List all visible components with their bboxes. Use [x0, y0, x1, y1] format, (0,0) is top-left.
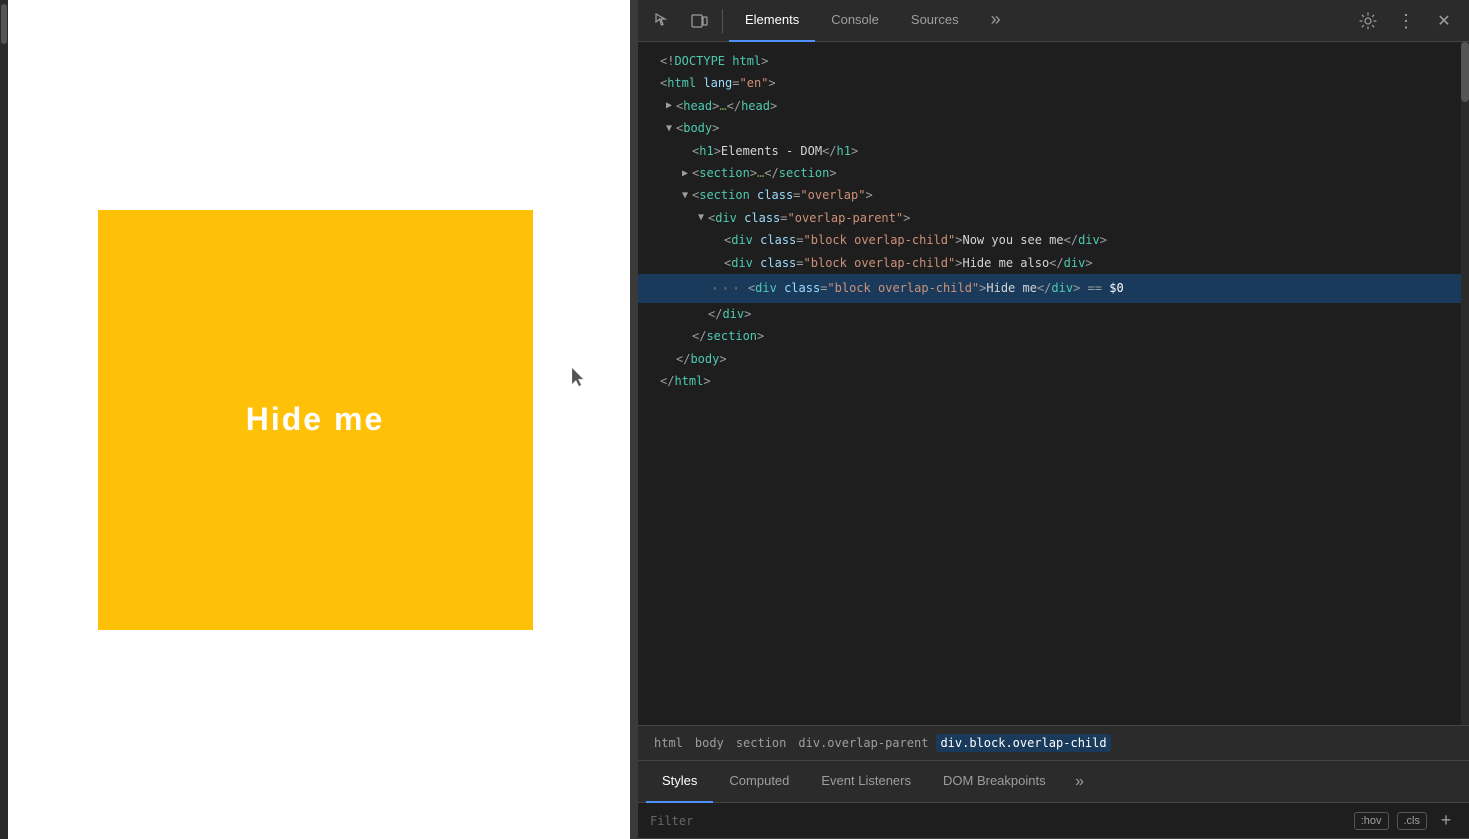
dom-node-content: <body> — [676, 118, 719, 138]
dom-dots-icon[interactable]: ··· — [710, 275, 742, 302]
dom-node-content: </body> — [676, 349, 727, 369]
preview-panel: Hide me — [0, 0, 630, 839]
bottom-tabs-bar: Styles Computed Event Listeners DOM Brea… — [638, 761, 1469, 803]
dom-line[interactable]: <!DOCTYPE html> — [638, 50, 1461, 72]
dom-node-content: </div> — [708, 304, 751, 324]
dom-node-content: <!DOCTYPE html> — [660, 51, 768, 71]
expand-arrow-icon[interactable]: ▶ — [678, 165, 692, 182]
settings-button[interactable] — [1351, 4, 1385, 38]
dom-node-content: <div class="block overlap-child">Now you… — [724, 230, 1107, 250]
tab-dom-breakpoints[interactable]: DOM Breakpoints — [927, 761, 1062, 803]
tab-styles[interactable]: Styles — [646, 761, 713, 803]
scrollbar-thumb — [1, 4, 7, 44]
dom-line[interactable]: <div class="block overlap-child">Now you… — [638, 229, 1461, 251]
dom-line[interactable]: </html> — [638, 370, 1461, 392]
expand-arrow-icon[interactable]: ▼ — [678, 187, 692, 204]
dom-line[interactable]: <h1>Elements - DOM</h1> — [638, 140, 1461, 162]
dom-line[interactable]: ▶<section>…</section> — [638, 162, 1461, 184]
devtools-panel: Elements Console Sources » ⋮ — [638, 0, 1469, 839]
device-toolbar-button[interactable] — [682, 4, 716, 38]
filter-bar: :hov .cls + — [638, 803, 1469, 839]
expand-arrow-icon[interactable]: ▼ — [694, 209, 708, 226]
dom-line[interactable]: ··· <div class="block overlap-child">Hide… — [638, 274, 1461, 303]
more-options-button[interactable]: ⋮ — [1389, 4, 1423, 38]
tab-computed[interactable]: Computed — [713, 761, 805, 803]
expand-arrow-icon[interactable]: ▶ — [662, 97, 676, 114]
devtools-tabs: Elements Console Sources » — [729, 0, 1349, 42]
inspect-element-button[interactable] — [646, 4, 680, 38]
dom-node-content: <h1>Elements - DOM</h1> — [692, 141, 858, 161]
dom-node-content: <div class="block overlap-child">Hide me… — [724, 253, 1093, 273]
dom-node-content: </html> — [660, 371, 711, 391]
dom-node-content: <section>…</section> — [692, 163, 837, 183]
tab-console[interactable]: Console — [815, 0, 895, 42]
dom-scroll-area: <!DOCTYPE html><html lang="en">▶<head>…<… — [638, 42, 1469, 725]
toolbar-separator — [722, 9, 723, 33]
dom-node-content: <html lang="en"> — [660, 73, 776, 93]
dom-node-content: <section class="overlap"> — [692, 185, 873, 205]
breadcrumb-section[interactable]: section — [732, 734, 791, 752]
breadcrumb-html[interactable]: html — [650, 734, 687, 752]
filter-right: :hov .cls + — [1354, 810, 1457, 832]
tab-event-listeners[interactable]: Event Listeners — [805, 761, 927, 803]
breadcrumb-overlap-parent[interactable]: div.overlap-parent — [794, 734, 932, 752]
yellow-box: Hide me — [98, 210, 533, 630]
toolbar-right: ⋮ ✕ — [1351, 4, 1461, 38]
dom-line[interactable]: </section> — [638, 325, 1461, 347]
more-bottom-tabs-button[interactable]: » — [1066, 768, 1094, 796]
breadcrumb-overlap-child[interactable]: div.block.overlap-child — [936, 734, 1110, 752]
tab-more[interactable]: » — [975, 0, 1017, 42]
close-devtools-button[interactable]: ✕ — [1427, 4, 1461, 38]
dom-node-content: <div class="block overlap-child">Hide me… — [748, 278, 1124, 298]
filter-input[interactable] — [650, 814, 1354, 828]
hov-filter-button[interactable]: :hov — [1354, 812, 1389, 830]
dom-scrollbar-thumb — [1461, 42, 1469, 102]
tab-sources[interactable]: Sources — [895, 0, 975, 42]
cls-filter-button[interactable]: .cls — [1397, 812, 1428, 830]
dom-line[interactable]: <html lang="en"> — [638, 72, 1461, 94]
preview-scrollbar — [0, 0, 8, 839]
dom-node-content: <head>…</head> — [676, 96, 777, 116]
yellow-box-text: Hide me — [246, 401, 384, 438]
dom-line[interactable]: </div> — [638, 303, 1461, 325]
breadcrumb-bar: html body section div.overlap-parent div… — [638, 725, 1469, 761]
expand-arrow-icon[interactable]: ▼ — [662, 120, 676, 137]
breadcrumb-body[interactable]: body — [691, 734, 728, 752]
dom-line[interactable]: ▶<head>…</head> — [638, 95, 1461, 117]
tab-elements[interactable]: Elements — [729, 0, 815, 42]
dom-line[interactable]: <div class="block overlap-child">Hide me… — [638, 252, 1461, 274]
dom-node-content: <div class="overlap-parent"> — [708, 208, 910, 228]
dom-line[interactable]: ▼<body> — [638, 117, 1461, 139]
cursor-indicator — [572, 368, 588, 388]
dom-tree[interactable]: <!DOCTYPE html><html lang="en">▶<head>…<… — [638, 42, 1461, 725]
dom-node-content: </section> — [692, 326, 764, 346]
dom-line[interactable]: ▼<div class="overlap-parent"> — [638, 207, 1461, 229]
add-style-rule-button[interactable]: + — [1435, 810, 1457, 832]
dom-line[interactable]: ▼<section class="overlap"> — [638, 184, 1461, 206]
panel-divider[interactable] — [630, 0, 638, 839]
dom-line[interactable]: </body> — [638, 348, 1461, 370]
devtools-toolbar: Elements Console Sources » ⋮ — [638, 0, 1469, 42]
dom-scrollbar[interactable] — [1461, 42, 1469, 725]
